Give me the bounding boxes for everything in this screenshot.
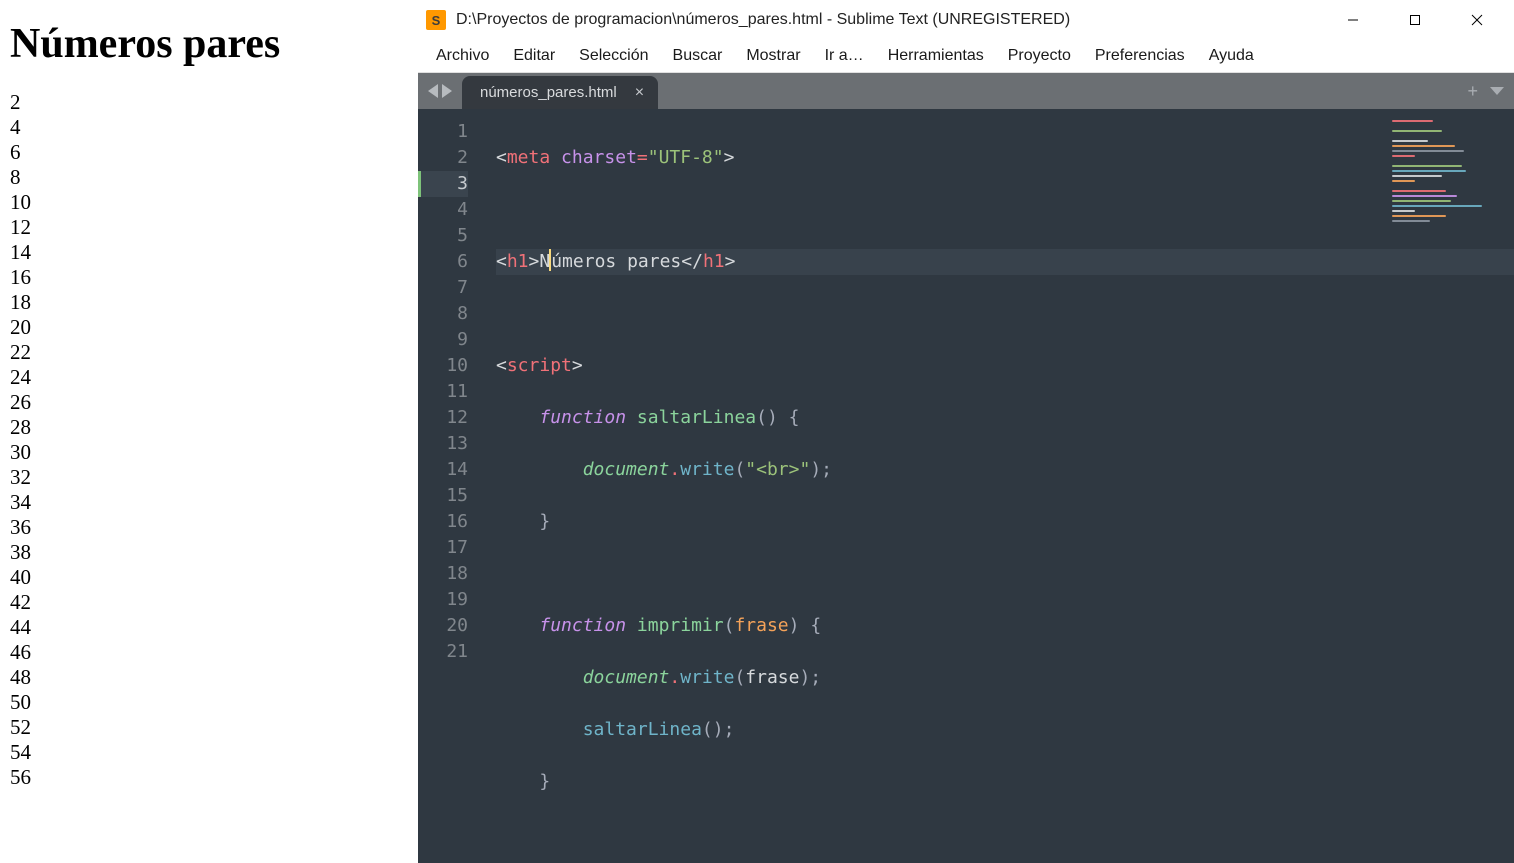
- window-title: D:\Proyectos de programacion\números_par…: [456, 11, 1322, 29]
- output-number: 28: [10, 415, 408, 440]
- sublime-logo-icon: S: [426, 10, 446, 30]
- line-number: 12: [418, 405, 468, 431]
- page-heading: Números pares: [10, 20, 408, 68]
- output-number: 54: [10, 740, 408, 765]
- tab-active[interactable]: números_pares.html ×: [462, 76, 658, 109]
- menubar: ArchivoEditarSelecciónBuscarMostrarIr a……: [418, 40, 1514, 73]
- output-number: 40: [10, 565, 408, 590]
- menu-seleccion[interactable]: Selección: [567, 43, 660, 69]
- line-number: 5: [418, 223, 468, 249]
- line-number: 2: [418, 145, 468, 171]
- output-number: 12: [10, 215, 408, 240]
- output-number: 16: [10, 265, 408, 290]
- output-number: 42: [10, 590, 408, 615]
- line-number: 21: [418, 639, 468, 665]
- sublime-window: S D:\Proyectos de programacion\números_p…: [418, 0, 1514, 863]
- output-number: 36: [10, 515, 408, 540]
- output-number: 6: [10, 140, 408, 165]
- menu-ira[interactable]: Ir a…: [813, 43, 876, 69]
- output-number: 8: [10, 165, 408, 190]
- line-number: 13: [418, 431, 468, 457]
- line-gutter: 123456789101112131415161718192021: [418, 109, 480, 863]
- menu-mostrar[interactable]: Mostrar: [734, 43, 812, 69]
- line-number: 17: [418, 535, 468, 561]
- line-number: 16: [418, 509, 468, 535]
- output-number: 30: [10, 440, 408, 465]
- line-number: 6: [418, 249, 468, 275]
- close-button[interactable]: [1446, 0, 1508, 40]
- menu-herramientas[interactable]: Herramientas: [876, 43, 996, 69]
- line-number: 15: [418, 483, 468, 509]
- tab-close-icon[interactable]: ×: [635, 84, 644, 102]
- menu-preferencias[interactable]: Preferencias: [1083, 43, 1197, 69]
- output-number: 50: [10, 690, 408, 715]
- menu-editar[interactable]: Editar: [501, 43, 567, 69]
- output-number: 48: [10, 665, 408, 690]
- browser-output: Números pares 24681012141618202224262830…: [0, 0, 418, 863]
- menu-proyecto[interactable]: Proyecto: [996, 43, 1083, 69]
- output-number: 34: [10, 490, 408, 515]
- code-area[interactable]: <meta charset="UTF-8"> <h1>Números pares…: [480, 109, 1514, 863]
- tab-history-nav[interactable]: [418, 73, 462, 109]
- output-number: 44: [10, 615, 408, 640]
- output-number: 10: [10, 190, 408, 215]
- output-number: 20: [10, 315, 408, 340]
- line-number: 19: [418, 587, 468, 613]
- menu-ayuda[interactable]: Ayuda: [1197, 43, 1266, 69]
- line-number: 14: [418, 457, 468, 483]
- line-number: 1: [418, 119, 468, 145]
- output-number: 38: [10, 540, 408, 565]
- minimap[interactable]: [1388, 117, 1508, 207]
- output-number: 56: [10, 765, 408, 790]
- window-controls: [1322, 0, 1508, 40]
- editor[interactable]: 123456789101112131415161718192021 <meta …: [418, 109, 1514, 863]
- output-number: 32: [10, 465, 408, 490]
- line-number: 9: [418, 327, 468, 353]
- output-number: 2: [10, 90, 408, 115]
- tab-label: números_pares.html: [480, 84, 617, 101]
- line-number: 20: [418, 613, 468, 639]
- titlebar: S D:\Proyectos de programacion\números_p…: [418, 0, 1514, 40]
- line-number: 11: [418, 379, 468, 405]
- output-number: 24: [10, 365, 408, 390]
- line-number: 7: [418, 275, 468, 301]
- line-number: 4: [418, 197, 468, 223]
- line-number: 3: [418, 171, 468, 197]
- output-number: 14: [10, 240, 408, 265]
- new-tab-button[interactable]: +: [1467, 82, 1478, 100]
- maximize-button[interactable]: [1384, 0, 1446, 40]
- output-number: 46: [10, 640, 408, 665]
- output-number: 52: [10, 715, 408, 740]
- output-number: 18: [10, 290, 408, 315]
- tab-dropdown-icon[interactable]: [1490, 87, 1504, 95]
- history-back-icon: [428, 84, 438, 98]
- menu-buscar[interactable]: Buscar: [661, 43, 735, 69]
- line-number: 10: [418, 353, 468, 379]
- tab-bar: números_pares.html × +: [418, 73, 1514, 109]
- line-number: 18: [418, 561, 468, 587]
- line-number: 8: [418, 301, 468, 327]
- output-number: 26: [10, 390, 408, 415]
- output-number: 4: [10, 115, 408, 140]
- history-forward-icon: [442, 84, 452, 98]
- output-number: 22: [10, 340, 408, 365]
- menu-archivo[interactable]: Archivo: [424, 43, 501, 69]
- numbers-output: 2468101214161820222426283032343638404244…: [10, 90, 408, 790]
- minimize-button[interactable]: [1322, 0, 1384, 40]
